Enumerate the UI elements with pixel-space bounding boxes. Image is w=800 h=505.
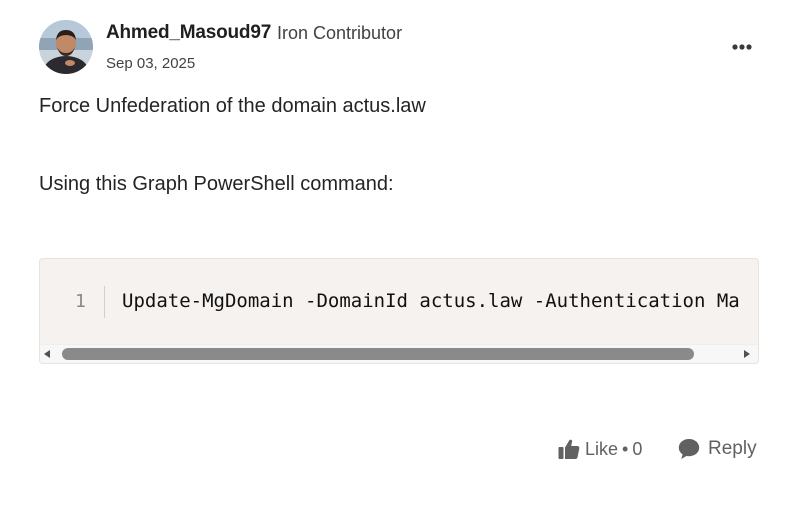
post-body-line-2: Using this Graph PowerShell command: xyxy=(39,173,394,195)
scroll-left-arrow-icon[interactable] xyxy=(44,350,50,358)
like-button[interactable]: Like • 0 xyxy=(557,436,642,462)
scroll-right-arrow-icon[interactable] xyxy=(744,350,750,358)
speech-bubble-icon xyxy=(678,439,700,459)
like-separator: • xyxy=(622,438,629,459)
like-count: 0 xyxy=(632,438,643,459)
post-date: Sep 03, 2025 xyxy=(106,55,196,72)
horizontal-scrollbar[interactable] xyxy=(40,344,758,363)
author-name[interactable]: Ahmed_Masoud97 xyxy=(106,22,271,44)
thumbs-up-icon xyxy=(558,439,580,459)
author-avatar[interactable] xyxy=(39,20,93,74)
line-number-divider xyxy=(104,286,105,318)
more-horizontal-icon xyxy=(732,44,752,50)
code-text[interactable]: Update-MgDomain -DomainId actus.law -Aut… xyxy=(122,290,740,312)
code-line-number: 1 xyxy=(75,291,86,312)
author-rank: Iron Contributor xyxy=(277,23,403,43)
scroll-track[interactable] xyxy=(62,348,742,360)
code-line: 1 Update-MgDomain -DomainId actus.law -A… xyxy=(40,286,758,318)
code-block: 1 Update-MgDomain -DomainId actus.law -A… xyxy=(39,258,759,364)
post-body-line-1: Force Unfederation of the domain actus.l… xyxy=(39,95,426,117)
more-options-button[interactable] xyxy=(726,36,758,58)
reply-button[interactable]: Reply xyxy=(677,436,757,462)
avatar-photo-icon xyxy=(39,20,93,74)
scroll-thumb[interactable] xyxy=(62,348,694,360)
reply-label: Reply xyxy=(708,438,757,459)
like-label: Like xyxy=(585,438,619,459)
forum-post: Ahmed_Masoud97 Iron Contributor Sep 03, … xyxy=(0,0,800,505)
